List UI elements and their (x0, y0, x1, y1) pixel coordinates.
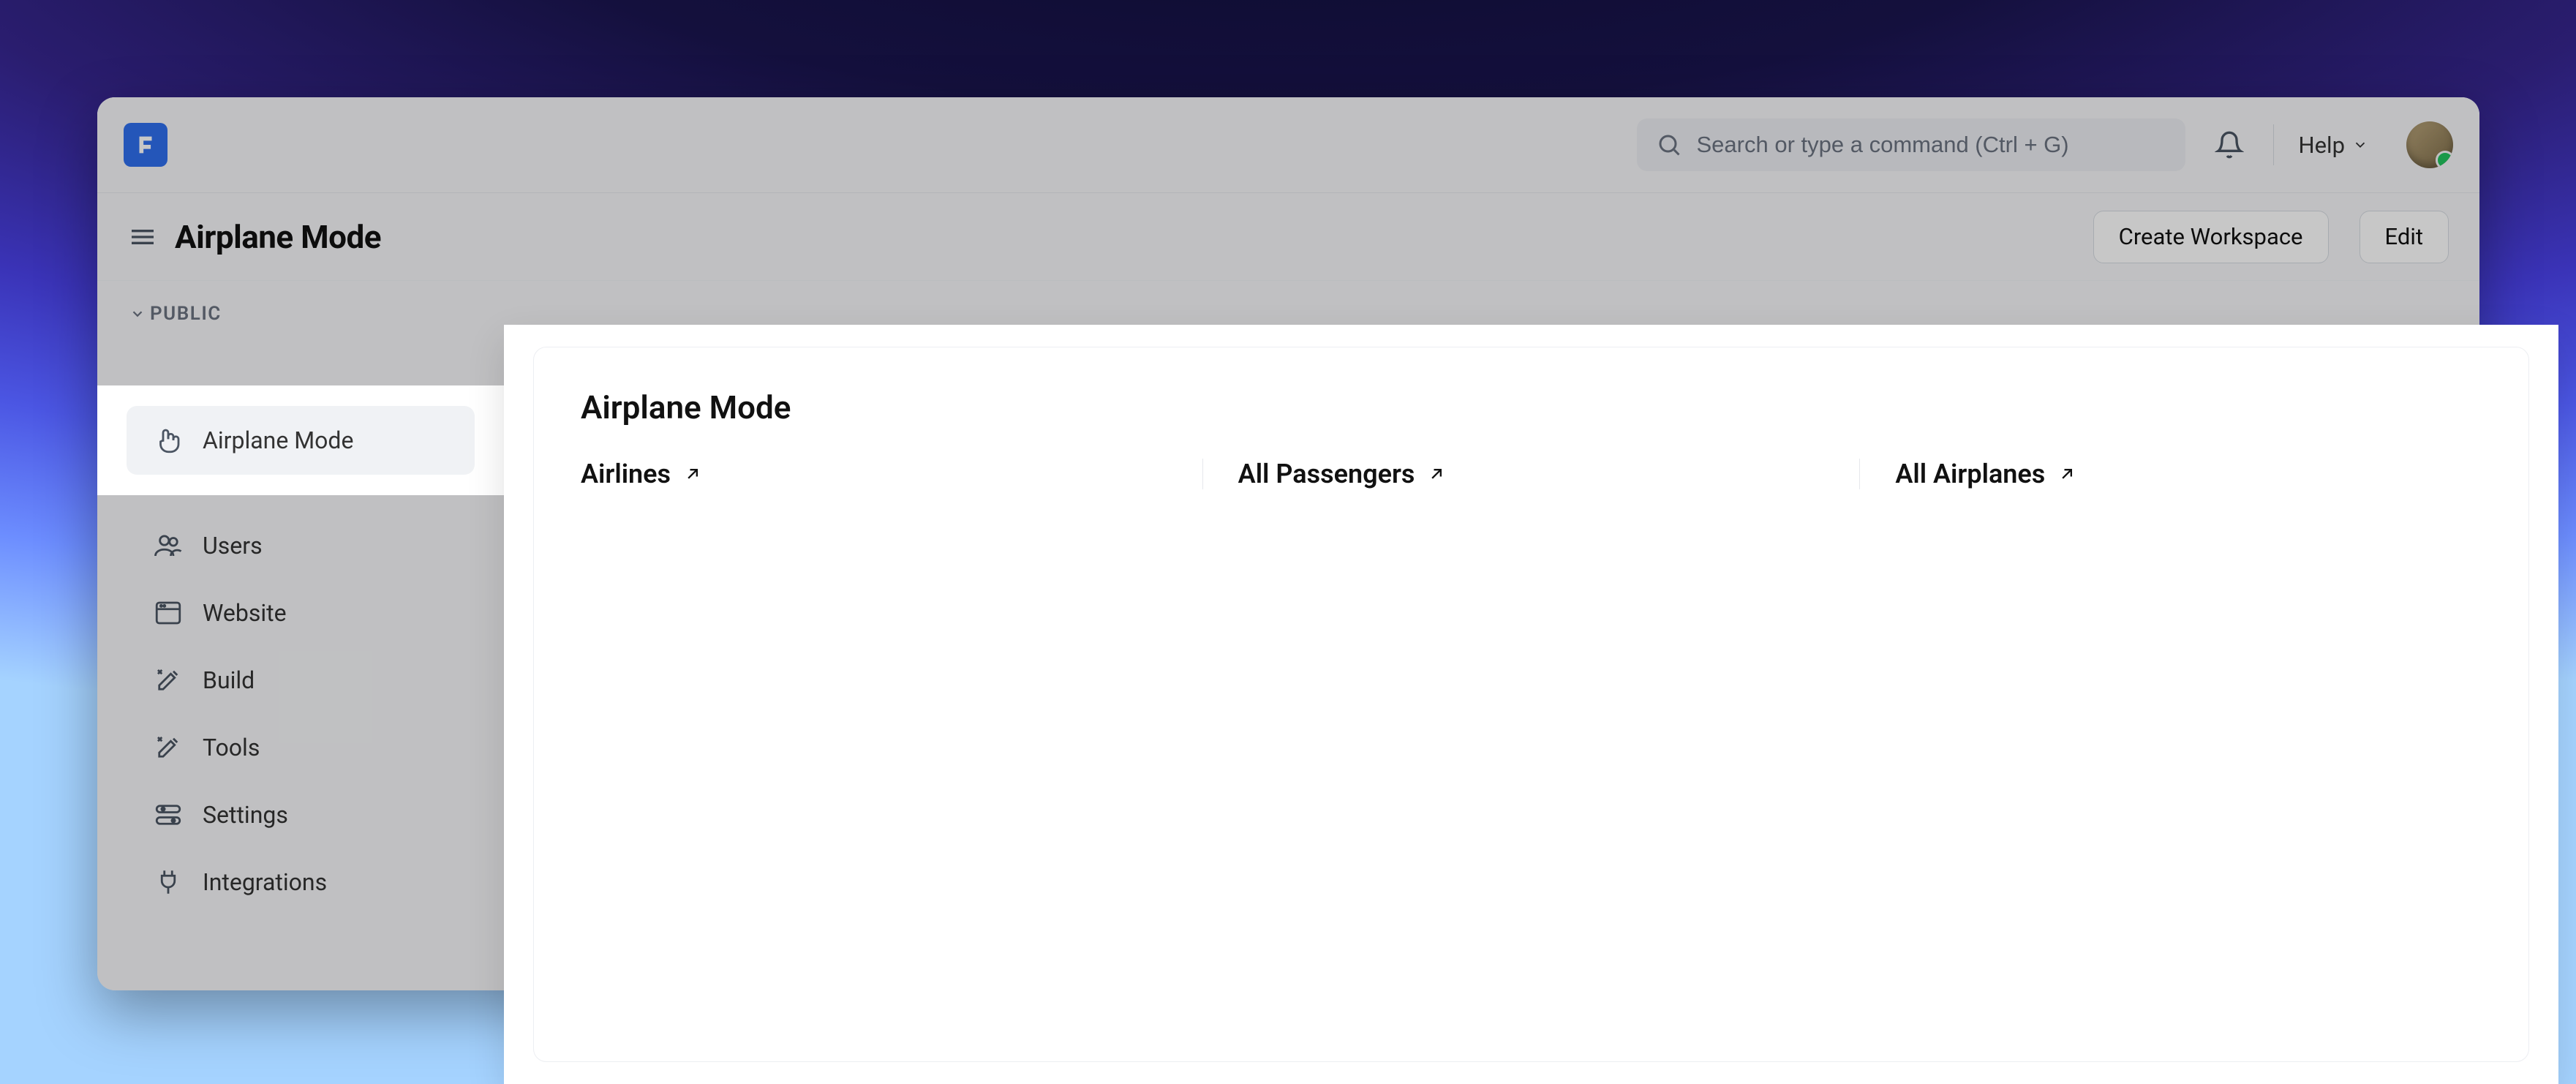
external-link-icon (682, 464, 703, 484)
chevron-down-icon (2352, 137, 2368, 153)
sidebar-section-label: PUBLIC (150, 303, 222, 325)
sidebar-item-label: Airplane Mode (203, 426, 353, 454)
chevron-down-icon (129, 306, 146, 322)
sidebar-item-label: Integrations (203, 868, 327, 896)
link-all-airplanes[interactable]: All Airplanes (1895, 459, 2077, 489)
sidebar-item-airplane-mode[interactable]: Airplane Mode (127, 406, 475, 475)
sidebar-item-label: Users (203, 532, 263, 560)
sidebar-section-header[interactable]: PUBLIC (97, 303, 504, 335)
sidebar-item-label: Website (203, 599, 287, 627)
external-link-icon (1426, 464, 1447, 484)
external-link-icon (2057, 464, 2077, 484)
sidebar-item-label: Tools (203, 734, 260, 761)
sidebar-active-region: Airplane Mode (97, 385, 504, 495)
app-logo[interactable] (124, 123, 167, 167)
tools-icon (153, 732, 184, 763)
users-icon (153, 530, 184, 561)
workspace-panel: Airplane Mode Airlines All Passengers (504, 325, 2558, 1084)
notifications-button[interactable] (2206, 121, 2253, 168)
avatar[interactable] (2406, 121, 2453, 168)
sidebar-item-integrations[interactable]: Integrations (97, 848, 504, 916)
hand-point-icon (153, 425, 184, 456)
browser-icon (153, 598, 184, 628)
sidebar-item-label: Settings (203, 801, 288, 829)
sidebar-item-build[interactable]: Build (97, 647, 504, 714)
create-workspace-button[interactable]: Create Workspace (2093, 211, 2329, 263)
link-label: All Passengers (1238, 459, 1415, 489)
menu-toggle-icon[interactable] (128, 222, 157, 252)
help-menu[interactable]: Help (2294, 132, 2373, 159)
sidebar-item-settings[interactable]: Settings (97, 781, 504, 848)
link-airlines[interactable]: Airlines (581, 459, 703, 489)
bell-icon (2215, 130, 2244, 159)
sliders-icon (153, 799, 184, 830)
page-header: Airplane Mode Create Workspace Edit (97, 193, 2479, 281)
sidebar-item-website[interactable]: Website (97, 579, 504, 647)
create-workspace-label: Create Workspace (2119, 223, 2303, 250)
page-title: Airplane Mode (175, 218, 381, 256)
search-box[interactable] (1637, 118, 2185, 171)
link-all-passengers[interactable]: All Passengers (1238, 459, 1447, 489)
link-label: All Airplanes (1895, 459, 2045, 489)
help-label: Help (2299, 132, 2346, 159)
tools-icon (153, 665, 184, 696)
panel-title: Airplane Mode (581, 388, 2482, 426)
sidebar-item-label: Build (203, 666, 255, 694)
link-label: Airlines (581, 459, 671, 489)
panel-links: Airlines All Passengers All Airplanes (581, 459, 2482, 489)
plug-icon (153, 867, 184, 897)
edit-button[interactable]: Edit (2360, 211, 2449, 263)
edit-label: Edit (2385, 223, 2424, 250)
search-input[interactable] (1697, 132, 2166, 158)
sidebar-item-tools[interactable]: Tools (97, 714, 504, 781)
separator (2273, 124, 2274, 165)
workspace-panel-inner: Airplane Mode Airlines All Passengers (533, 347, 2529, 1062)
sidebar-item-users[interactable]: Users (97, 512, 504, 579)
search-icon (1656, 132, 1682, 158)
topbar: Help (97, 97, 2479, 193)
